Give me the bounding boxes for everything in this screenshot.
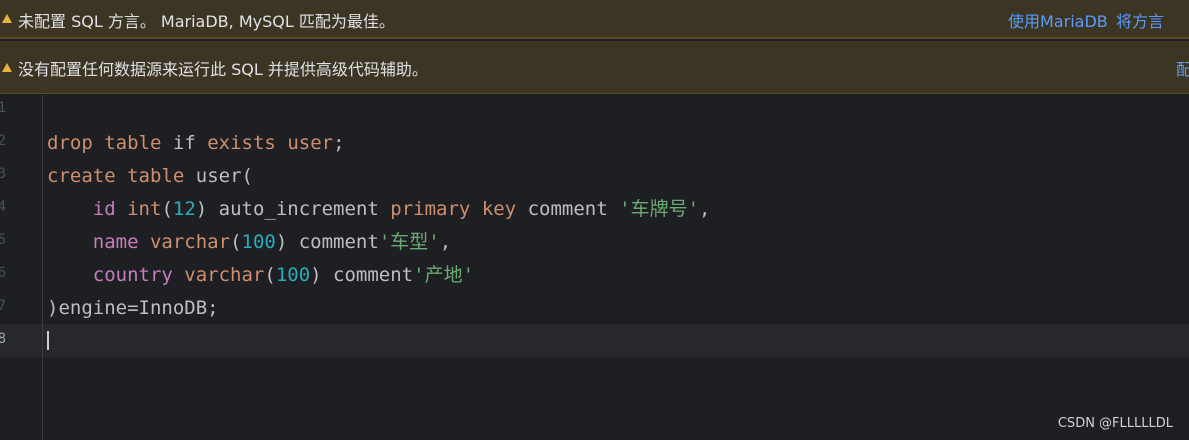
line-number: 2 bbox=[0, 133, 6, 149]
table-name-token: user( bbox=[195, 165, 253, 187]
comment-keyword-token: comment bbox=[527, 198, 608, 220]
string-token: '产地' bbox=[413, 264, 475, 286]
use-mariadb-link[interactable]: 使用MariaDB bbox=[1008, 8, 1108, 32]
line-number: 5 bbox=[0, 232, 6, 248]
column-name-token: id bbox=[92, 198, 116, 220]
type-token: varchar bbox=[184, 264, 265, 286]
punctuation-token: ; bbox=[333, 132, 345, 154]
number-token: 100 bbox=[275, 264, 311, 286]
type-token: varchar bbox=[149, 231, 231, 253]
keyword-token: primary bbox=[390, 198, 471, 220]
datasource-warning-text: 没有配置任何数据源来运行此 SQL 并提供高级代码辅助。 bbox=[18, 60, 428, 79]
keyword-token: table bbox=[127, 165, 185, 187]
keyword-token: drop bbox=[47, 132, 93, 154]
column-name-token: country bbox=[92, 264, 173, 286]
line-number-gutter[interactable]: 1 2 3 4 5 6 7 8 bbox=[0, 95, 43, 440]
datasource-warning-banner: 没有配置任何数据源来运行此 SQL 并提供高级代码辅助。 配 bbox=[0, 41, 1189, 94]
code-line-4: id int(12) auto_increment primary key co… bbox=[92, 198, 711, 220]
column-name-token: name bbox=[92, 231, 139, 253]
line-number: 7 bbox=[0, 298, 6, 314]
line-number: 6 bbox=[0, 265, 6, 281]
set-dialect-link[interactable]: 将方言 bbox=[1116, 8, 1164, 32]
warning-icon bbox=[2, 14, 12, 23]
sql-editor[interactable]: 1 2 3 4 5 6 7 8 drop table if exists use… bbox=[0, 95, 1189, 440]
code-line-5: name varchar(100) comment'车型', bbox=[92, 231, 452, 253]
string-token: '车型' bbox=[378, 231, 440, 253]
line-number: 4 bbox=[0, 199, 6, 215]
identifier-token: auto_increment bbox=[218, 198, 379, 220]
line-number: 1 bbox=[0, 100, 6, 116]
type-token: int bbox=[127, 198, 162, 220]
comment-keyword-token: comment bbox=[333, 264, 414, 286]
punctuation-token: , bbox=[699, 198, 711, 220]
punctuation-token: , bbox=[439, 231, 452, 253]
line-number: 3 bbox=[0, 166, 6, 182]
number-token: 12 bbox=[172, 198, 196, 220]
watermark: CSDN @FLLLLLDL bbox=[1057, 416, 1173, 431]
number-token: 100 bbox=[241, 231, 276, 253]
warning-icon bbox=[2, 63, 12, 72]
keyword-token: if bbox=[172, 132, 196, 154]
dialect-warning-text: 未配置 SQL 方言。 MariaDB, MySQL 匹配为最佳。 bbox=[18, 12, 395, 31]
table-name-token: user bbox=[287, 132, 334, 154]
keyword-token: create bbox=[47, 165, 116, 187]
string-token: '车牌号' bbox=[619, 198, 700, 220]
line-number-current: 8 bbox=[0, 331, 6, 347]
code-line-6: country varchar(100) comment'产地' bbox=[92, 264, 475, 286]
code-line-2: drop table if exists user; bbox=[47, 127, 345, 160]
configure-datasource-link[interactable]: 配 bbox=[1176, 56, 1189, 80]
comment-keyword-token: comment bbox=[298, 231, 379, 253]
text-caret bbox=[47, 331, 49, 350]
dialect-warning-banner: 未配置 SQL 方言。 MariaDB, MySQL 匹配为最佳。 使用Mari… bbox=[0, 0, 1189, 39]
code-line-7: )engine=InnoDB; bbox=[47, 292, 219, 325]
engine-clause-token: )engine=InnoDB; bbox=[47, 297, 219, 319]
keyword-token: exists bbox=[207, 132, 276, 154]
code-line-3: create table user( bbox=[47, 160, 253, 193]
keyword-token: key bbox=[481, 198, 517, 220]
keyword-token: table bbox=[104, 132, 162, 154]
current-line-highlight bbox=[0, 324, 1189, 357]
